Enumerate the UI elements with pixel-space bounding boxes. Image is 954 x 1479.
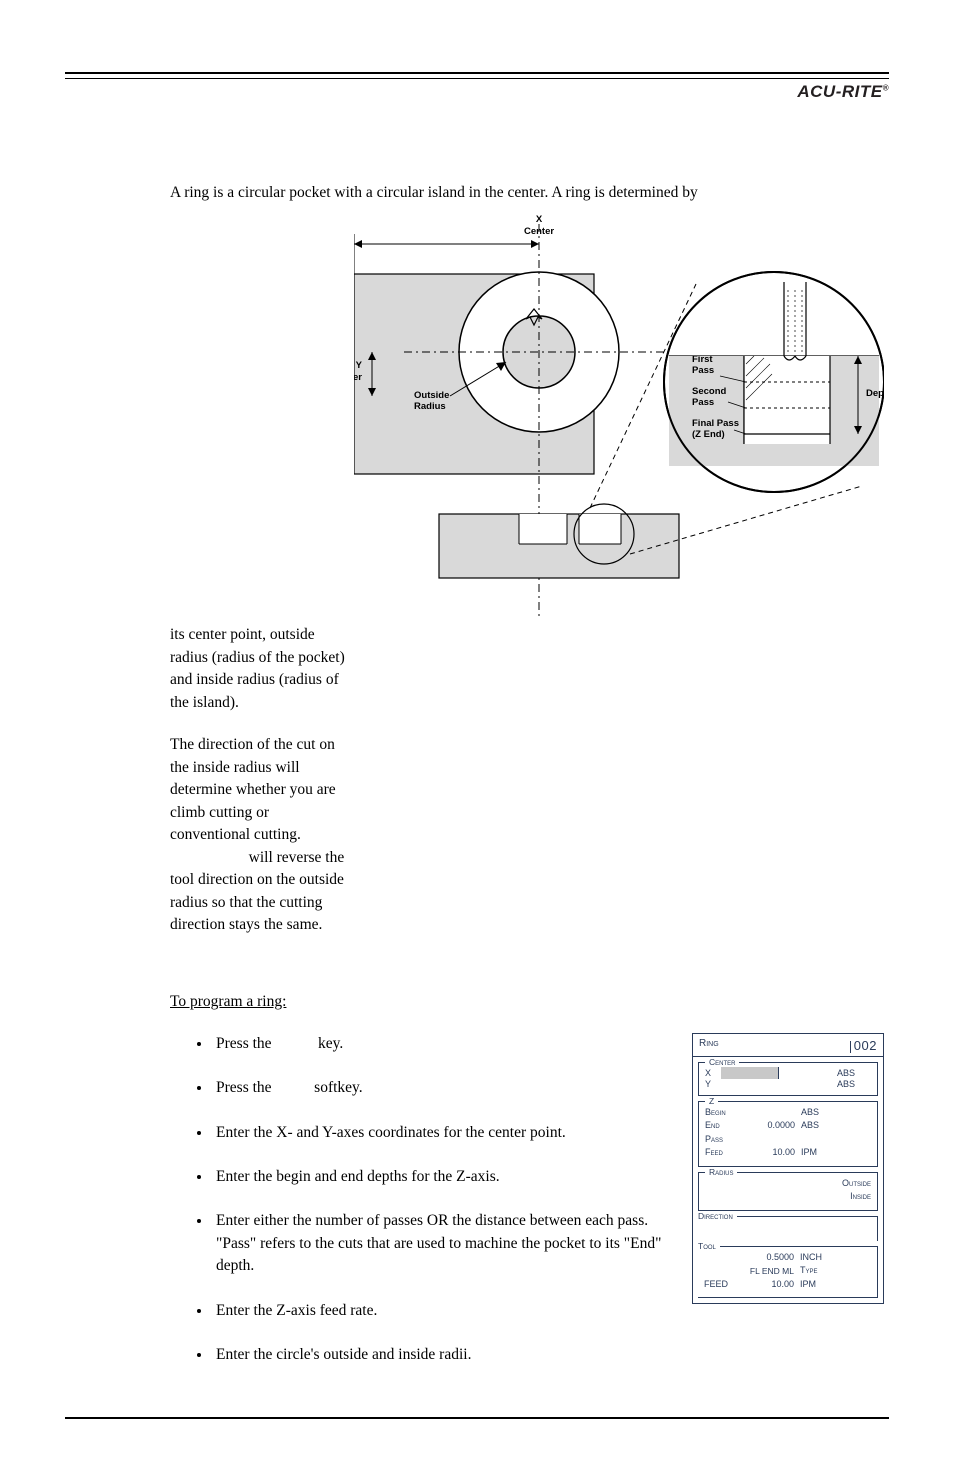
lbl-y: Y — [705, 1079, 721, 1089]
rule-top-thin — [65, 78, 889, 79]
val-dia: 0.5000 — [748, 1251, 800, 1265]
suf-y: ABS — [837, 1079, 871, 1089]
val-toolfeed: 10.00 — [748, 1278, 800, 1292]
fig-y-b: Center — [354, 372, 362, 383]
group-z: Z BeginABS End0.0000ABS Pass Feed10.00IP… — [698, 1101, 878, 1167]
steps-list: Press the key. Press the softkey. Enter … — [170, 1033, 692, 1389]
group-tool: Tool 0.5000INCH FL END MLType FEED10.00I… — [698, 1246, 878, 1299]
fig-y-a: Y — [356, 360, 363, 371]
step-item: Press the key. — [212, 1033, 672, 1055]
lbl-x: X — [705, 1068, 721, 1078]
lbl-inside-radius: Inside — [705, 1190, 871, 1204]
suf-zfeed: IPM — [801, 1146, 871, 1160]
lbl-pass: Pass — [705, 1133, 749, 1147]
lbl-toolfeed: FEED — [704, 1278, 748, 1292]
fig-outside-a: Outside — [414, 390, 449, 401]
legend-direction: Direction — [698, 1211, 737, 1221]
fig-x-center-lbl-b: Center — [524, 226, 554, 237]
suf-x: ABS — [837, 1068, 871, 1078]
val-tooltype: FL END ML — [748, 1265, 800, 1278]
para-1: its center point, outside radius (radius… — [170, 624, 348, 714]
lbl-begin: Begin — [705, 1106, 749, 1120]
fig-x-center-lbl-a: X — [536, 214, 543, 225]
group-direction: Direction — [698, 1216, 878, 1241]
fig-depth: Depth — [866, 388, 884, 399]
step-item: Enter either the number of passes OR the… — [212, 1210, 672, 1277]
rule-top-thick — [65, 72, 889, 74]
legend-z: Z — [705, 1096, 718, 1106]
suf-end: ABS — [801, 1119, 871, 1133]
brand-text: ACU-RITE — [797, 82, 882, 101]
panel-step-num: 002 — [848, 1038, 877, 1053]
legend-radius: Radius — [705, 1167, 737, 1177]
ring-dialog-panel: Ring 002 Center X ABS Y ABS Z Begin ABS — [692, 1033, 884, 1305]
unit-dia: INCH — [800, 1251, 871, 1265]
step-item: Press the softkey. — [212, 1077, 672, 1099]
para-2: The direction of the cut on the inside r… — [170, 734, 348, 936]
fig-outside-b: Radius — [414, 401, 446, 412]
fig-second-b: Pass — [692, 397, 714, 408]
ring-diagram: X Center Y Center Outside Radius — [354, 204, 884, 624]
suf-begin: ABS — [801, 1106, 871, 1120]
group-radius: Radius Outside Inside — [698, 1172, 878, 1211]
fig-second-a: Second — [692, 386, 727, 397]
fig-first-b: Pass — [692, 365, 714, 376]
left-text-column: its center point, outside radius (radius… — [170, 624, 348, 956]
lbl-zfeed: Feed — [705, 1146, 749, 1160]
fig-first-a: First — [692, 354, 713, 365]
legend-tool: Tool — [697, 1241, 720, 1251]
rule-bottom — [65, 1417, 889, 1419]
val-end: 0.0000 — [749, 1119, 801, 1133]
legend-center: Center — [705, 1057, 739, 1067]
step-item: Enter the Z-axis feed rate. — [212, 1300, 672, 1322]
lbl-end: End — [705, 1119, 749, 1133]
brand-logo: ACU-RITE® — [65, 82, 889, 102]
brand-reg: ® — [883, 83, 889, 92]
step-item: Enter the begin and end depths for the Z… — [212, 1166, 672, 1188]
intro-line: A ring is a circular pocket with a circu… — [170, 182, 884, 204]
program-heading: To program a ring: — [170, 993, 884, 1011]
group-center: Center X ABS Y ABS — [698, 1062, 878, 1096]
step-item: Enter the X- and Y-axes coordinates for … — [212, 1122, 672, 1144]
val-zfeed: 10.00 — [749, 1146, 801, 1160]
fig-final-b: (Z End) — [692, 429, 725, 440]
lbl-outside-radius: Outside — [705, 1177, 871, 1191]
input-x[interactable] — [721, 1067, 779, 1079]
step-item: Enter the circle's outside and inside ra… — [212, 1344, 672, 1366]
panel-title: Ring — [699, 1038, 719, 1053]
fig-final-a: Final Pass — [692, 418, 739, 429]
unit-toolfeed: IPM — [800, 1278, 871, 1292]
lbl-tooltype: Type — [800, 1264, 871, 1278]
